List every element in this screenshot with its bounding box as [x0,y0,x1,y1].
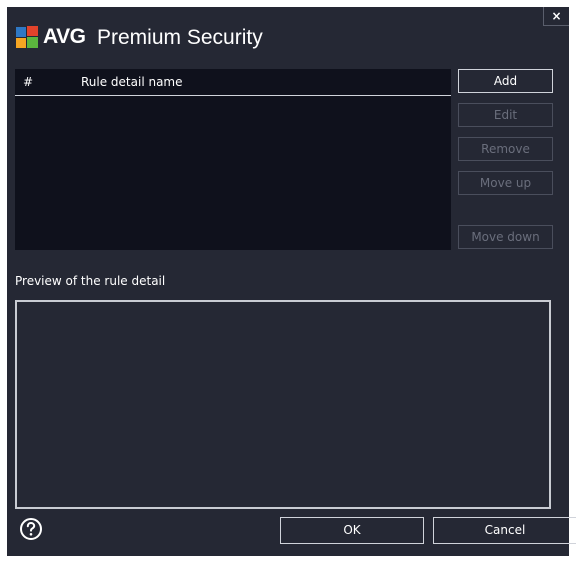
close-icon: × [551,9,562,23]
close-button[interactable]: × [543,7,569,26]
move-up-button[interactable]: Move up [458,171,553,195]
rule-details-table[interactable]: # Rule detail name [15,69,451,250]
move-down-button[interactable]: Move down [458,225,553,249]
rule-detail-preview[interactable] [15,300,551,509]
column-header-rule-detail-name[interactable]: Rule detail name [81,69,183,96]
add-button[interactable]: Add [458,69,553,93]
cancel-button[interactable]: Cancel [433,517,576,544]
product-name: Premium Security [97,26,263,49]
avg-logo-icon [16,26,38,48]
brand-name: AVG [43,25,86,48]
remove-button[interactable]: Remove [458,137,553,161]
avg-dialog-window: AVG Premium Security × # Rule detail nam… [7,7,576,556]
ok-button[interactable]: OK [280,517,424,544]
column-header-number[interactable]: # [23,69,33,96]
title-bar: AVG Premium Security × [7,7,569,64]
help-icon[interactable] [19,517,43,541]
preview-label: Preview of the rule detail [15,274,166,288]
edit-button[interactable]: Edit [458,103,553,127]
table-header: # Rule detail name [15,69,451,96]
